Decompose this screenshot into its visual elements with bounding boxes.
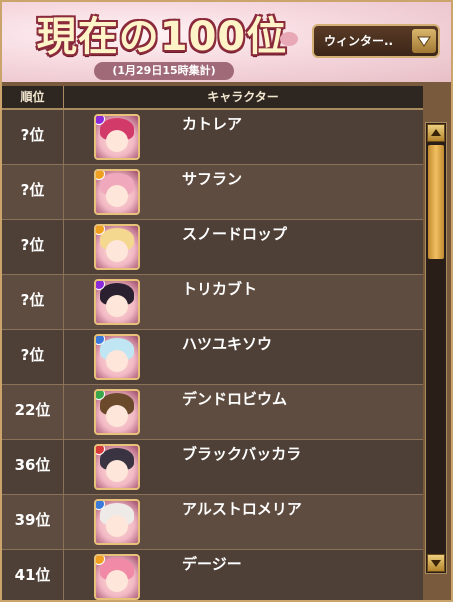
character-name: スノードロップ (182, 225, 288, 243)
portrait-face (106, 515, 128, 537)
rank-cell: ?位 (2, 220, 64, 274)
table-row[interactable]: ?位 サフラン (2, 165, 423, 220)
column-header-rank: 順位 (2, 86, 64, 108)
ribbon-decoration (280, 32, 298, 46)
event-select-label: ウィンター.. (324, 34, 394, 48)
table-row[interactable]: 41位 デージー (2, 550, 423, 600)
rank-cell: 41位 (2, 550, 64, 600)
character-name: トリカブト (182, 280, 258, 298)
scroll-down-icon[interactable] (427, 554, 445, 572)
scroll-up-icon[interactable] (427, 124, 445, 142)
scrollbar[interactable] (425, 122, 447, 574)
character-portrait[interactable] (94, 554, 140, 600)
page-title: 現在の100位 (36, 14, 288, 60)
portrait-face (106, 240, 128, 262)
portrait-face (106, 185, 128, 207)
character-portrait[interactable] (94, 499, 140, 545)
character-portrait[interactable] (94, 169, 140, 215)
column-header-character: キャラクター (207, 90, 279, 104)
character-name: サフラン (182, 170, 243, 188)
table-row[interactable]: 36位 ブラックバッカラ (2, 440, 423, 495)
rank-cell: ?位 (2, 165, 64, 219)
chevron-down-icon[interactable] (412, 29, 436, 53)
rank-cell: 36位 (2, 440, 64, 494)
character-portrait[interactable] (94, 114, 140, 160)
portrait-face (106, 405, 128, 427)
character-name: デンドロビウム (182, 390, 288, 408)
table-row[interactable]: ?位 ハツユキソウ (2, 330, 423, 385)
table-row[interactable]: ?位 スノードロップ (2, 220, 423, 275)
ranking-table: 順位 キャラクター ?位 カトレア ?位 サフラン ?位 スノードロップ ?位 トリカブト ?位… (2, 86, 423, 600)
ranking-rows: ?位 カトレア ?位 サフラン ?位 スノードロップ ?位 トリカブト ?位 ハツユキソウ 22位デ… (2, 110, 423, 600)
portrait-face (106, 570, 128, 592)
table-header: 順位 キャラクター (2, 86, 423, 110)
table-row[interactable]: ?位 トリカブト (2, 275, 423, 330)
character-portrait[interactable] (94, 444, 140, 490)
portrait-face (106, 350, 128, 372)
portrait-face (106, 295, 128, 317)
character-portrait[interactable] (94, 389, 140, 435)
character-portrait[interactable] (94, 334, 140, 380)
rank-cell: ?位 (2, 275, 64, 329)
table-row[interactable]: ?位 カトレア (2, 110, 423, 165)
portrait-face (106, 130, 128, 152)
rank-cell: 22位 (2, 385, 64, 439)
aggregation-timestamp: (1月29日15時集計) (94, 62, 234, 80)
character-name: ブラックバッカラ (182, 445, 302, 463)
scrollbar-thumb[interactable] (428, 145, 444, 259)
character-name: デージー (182, 555, 242, 573)
character-portrait[interactable] (94, 279, 140, 325)
table-row[interactable]: 22位 デンドロビウム (2, 385, 423, 440)
character-name: アルストロメリア (182, 500, 302, 518)
character-name: ハツユキソウ (182, 335, 273, 353)
table-row[interactable]: 39位 アルストロメリア (2, 495, 423, 550)
character-portrait[interactable] (94, 224, 140, 270)
rank-cell: 39位 (2, 495, 64, 549)
event-select-dropdown[interactable]: ウィンター.. (312, 24, 440, 58)
rank-cell: ?位 (2, 110, 64, 164)
character-name: カトレア (182, 115, 243, 133)
ranking-header: 現在の100位 (1月29日15時集計) ウィンター.. (2, 2, 451, 82)
rank-cell: ?位 (2, 330, 64, 384)
portrait-face (106, 460, 128, 482)
